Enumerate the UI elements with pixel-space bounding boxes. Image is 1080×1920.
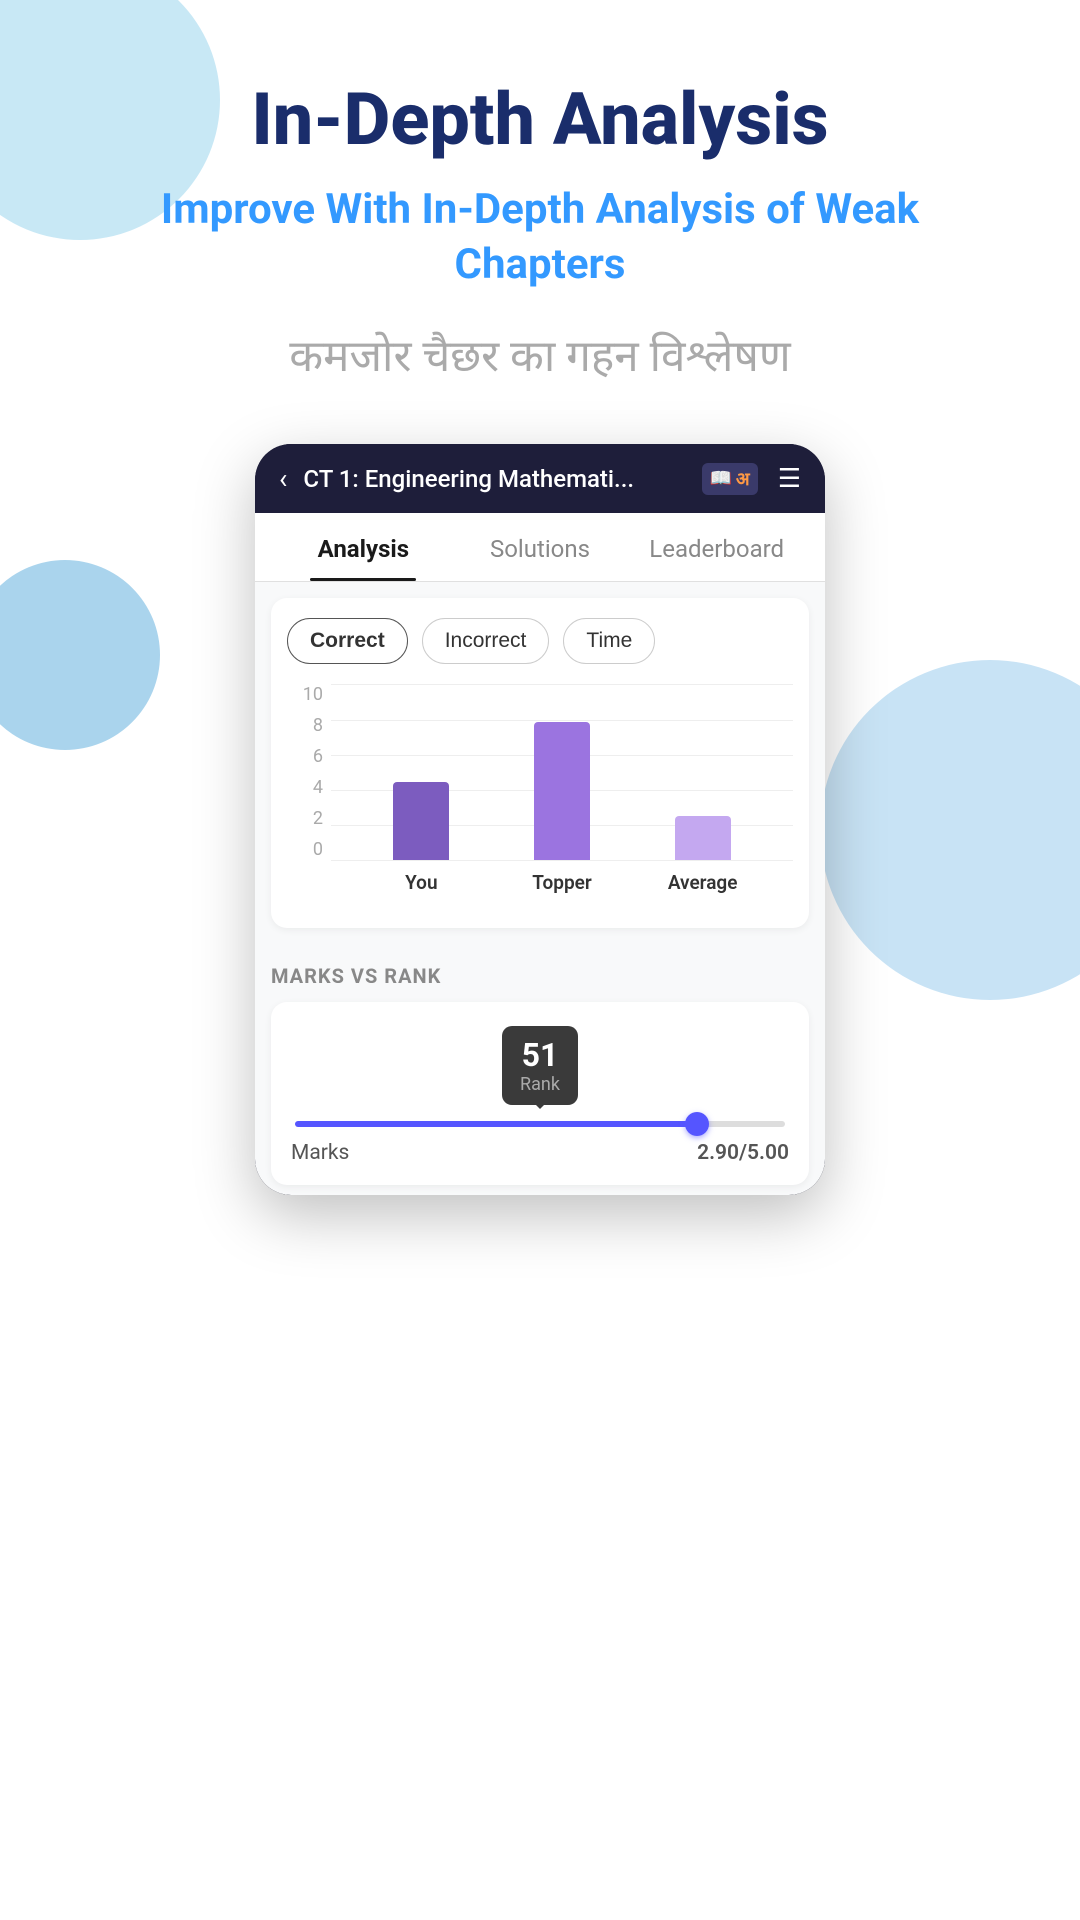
slider-container[interactable] [291, 1121, 789, 1127]
y-label-0: 0 [287, 839, 323, 860]
y-label-10: 10 [287, 684, 323, 705]
menu-icon[interactable]: ☰ [778, 464, 801, 494]
tabs-bar: Analysis Solutions Leaderboard [255, 513, 825, 582]
x-label-you: You [386, 871, 456, 894]
topbar-icons: 📖 अ ☰ [702, 463, 802, 495]
bar-average [675, 816, 731, 860]
book-icon: 📖 [710, 468, 732, 489]
marks-label: Marks [291, 1141, 349, 1165]
filter-correct[interactable]: Correct [287, 618, 408, 664]
phone-mockup: ‹ CT 1: Engineering Mathemati... 📖 अ ☰ A… [255, 444, 825, 1195]
book-icon-box: 📖 अ [702, 463, 758, 495]
phone-topbar: ‹ CT 1: Engineering Mathemati... 📖 अ ☰ [255, 444, 825, 513]
topbar-title: CT 1: Engineering Mathemati... [303, 465, 685, 493]
bar-topper [534, 722, 590, 860]
y-label-8: 8 [287, 715, 323, 736]
page-content: In-Depth Analysis Improve With In-Depth … [0, 0, 1080, 1195]
y-axis: 10 8 6 4 2 0 [287, 684, 323, 860]
tab-leaderboard[interactable]: Leaderboard [628, 513, 805, 581]
tab-solutions[interactable]: Solutions [452, 513, 629, 581]
rank-tooltip-area: 51 Rank [291, 1026, 789, 1105]
y-label-4: 4 [287, 777, 323, 798]
bar-average-group [675, 816, 731, 860]
marks-vs-rank-title: MARKS VS RANK [271, 964, 809, 988]
rank-number: 51 [520, 1036, 560, 1074]
main-title: In-Depth Analysis [251, 80, 828, 159]
y-label-6: 6 [287, 746, 323, 767]
filter-time[interactable]: Time [563, 618, 655, 664]
bar-you-group [393, 782, 449, 860]
marks-row: Marks 2.90/5.00 [291, 1141, 789, 1165]
y-label-2: 2 [287, 808, 323, 829]
hindi-subtitle: कमजोर चैछर का गहन विश्लेषण [289, 324, 790, 384]
marks-card: 51 Rank Marks 2.90/5.00 [271, 1002, 809, 1185]
tab-analysis[interactable]: Analysis [275, 513, 452, 581]
marks-value: 2.90/5.00 [697, 1141, 789, 1165]
filter-incorrect[interactable]: Incorrect [422, 618, 550, 664]
subtitle: Improve With In-Depth Analysis of Weak C… [0, 183, 1080, 292]
slider-thumb[interactable] [685, 1112, 709, 1136]
phone-body: Analysis Solutions Leaderboard Correct I… [255, 513, 825, 1195]
bar-chart: 10 8 6 4 2 0 [287, 684, 793, 904]
x-labels: You Topper Average [331, 860, 793, 904]
rank-tooltip: 51 Rank [502, 1026, 578, 1105]
chart-section: Correct Incorrect Time 10 8 6 4 2 0 [271, 598, 809, 928]
slider-track [295, 1121, 785, 1127]
hindi-letter-icon: अ [736, 467, 750, 491]
marks-section: MARKS VS RANK 51 Rank [255, 944, 825, 1195]
filter-buttons: Correct Incorrect Time [287, 618, 793, 664]
back-button[interactable]: ‹ [279, 462, 287, 495]
x-label-topper: Topper [527, 871, 597, 894]
x-label-average: Average [668, 871, 738, 894]
rank-label: Rank [520, 1074, 560, 1095]
bar-you [393, 782, 449, 860]
bar-topper-group [534, 722, 590, 860]
bars-container [331, 684, 793, 860]
